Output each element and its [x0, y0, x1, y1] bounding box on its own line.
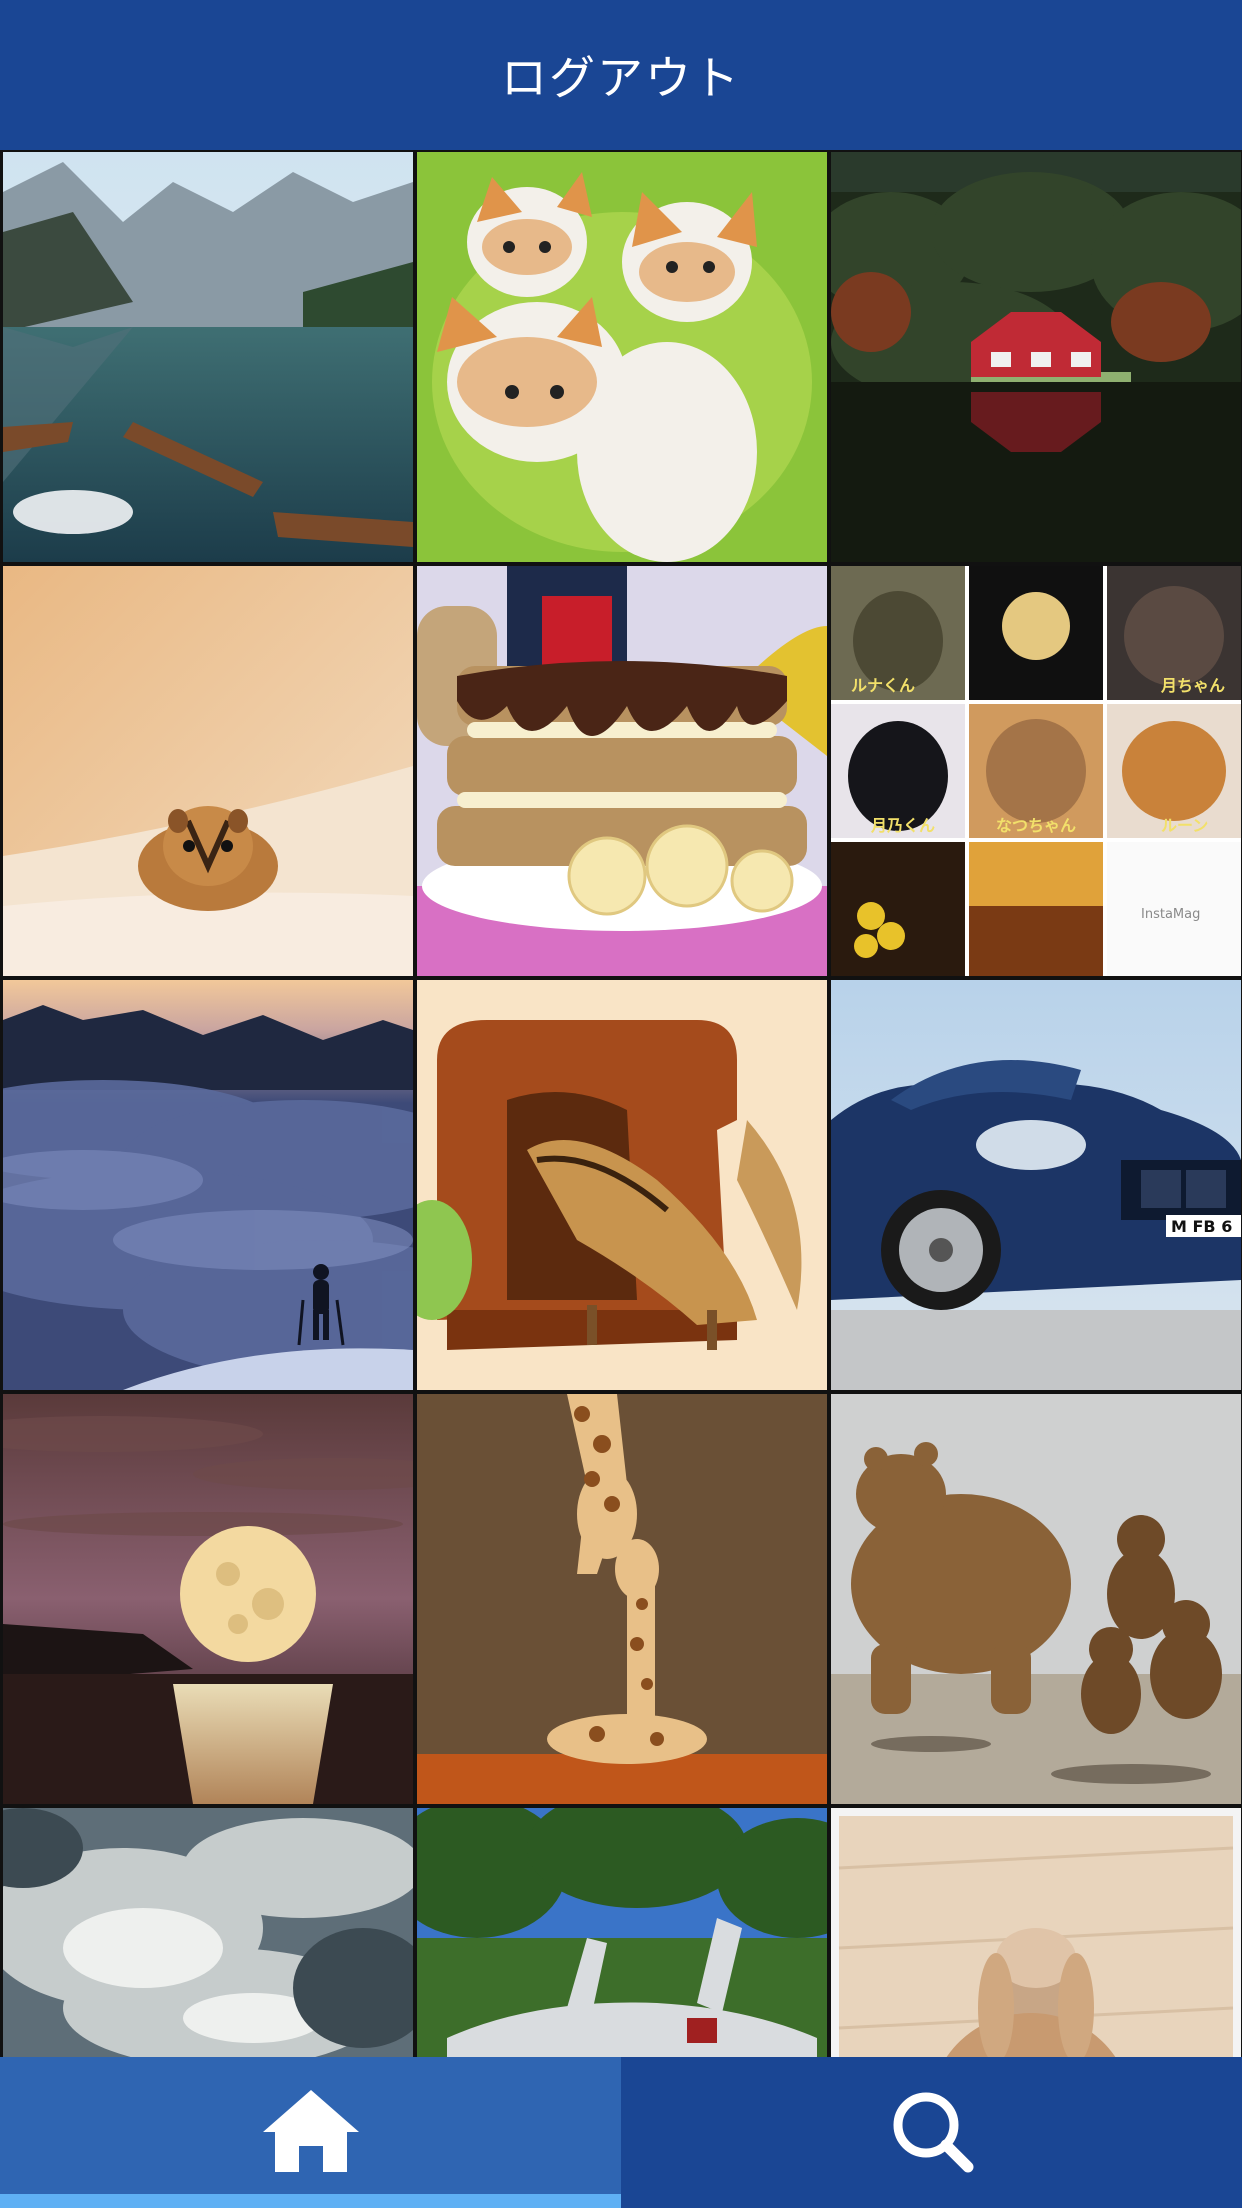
bottom-tab-bar	[0, 2057, 1242, 2208]
collage-watermark: InstaMag	[1141, 907, 1200, 922]
photo-tile-silver-sports-car[interactable]	[417, 1808, 827, 2057]
collage-label-tsukino: 月乃くん	[870, 816, 935, 835]
collage-label-luna: ルナくん	[851, 676, 915, 695]
collage-label-run: ルーン	[1161, 816, 1208, 835]
photo-grid: ルナくん 月ちゃん 月乃くん なつちゃん ルーン InstaMag M FB 6	[0, 150, 1242, 2057]
home-icon	[261, 2088, 361, 2178]
photo-tile-rabbit[interactable]	[831, 1808, 1241, 2057]
top-bar: ログアウト	[0, 0, 1242, 150]
search-icon	[890, 2089, 974, 2177]
photo-tile-cloudy-sky[interactable]	[3, 1808, 413, 2057]
photo-tile-banana-toast[interactable]	[417, 566, 827, 976]
collage-label-natsu: なつちゃん	[996, 816, 1076, 835]
photo-tile-moon-sea[interactable]	[3, 1394, 413, 1804]
logout-button[interactable]: ログアウト	[501, 42, 741, 108]
photo-tile-bears[interactable]	[831, 1394, 1241, 1804]
photo-tile-blue-convertible[interactable]: M FB 6	[831, 980, 1241, 1390]
photo-tile-chipmunk-house[interactable]	[417, 980, 827, 1390]
photo-tile-kittens[interactable]	[417, 152, 827, 562]
photo-tile-red-house[interactable]	[831, 152, 1241, 562]
tab-home[interactable]	[0, 2057, 621, 2208]
photo-tile-giraffes[interactable]	[417, 1394, 827, 1804]
photo-tile-chipmunk-peeking[interactable]	[3, 566, 413, 976]
photo-tile-mountain-lake[interactable]	[3, 152, 413, 562]
license-plate: M FB 6	[1171, 1217, 1232, 1236]
tab-search[interactable]	[621, 2057, 1242, 2208]
collage-label-tsuki: 月ちゃん	[1160, 676, 1225, 695]
photo-tile-sea-of-clouds[interactable]	[3, 980, 413, 1390]
selected-tab-indicator	[0, 2194, 621, 2208]
photo-tile-cat-collage[interactable]: ルナくん 月ちゃん 月乃くん なつちゃん ルーン InstaMag	[831, 566, 1241, 976]
